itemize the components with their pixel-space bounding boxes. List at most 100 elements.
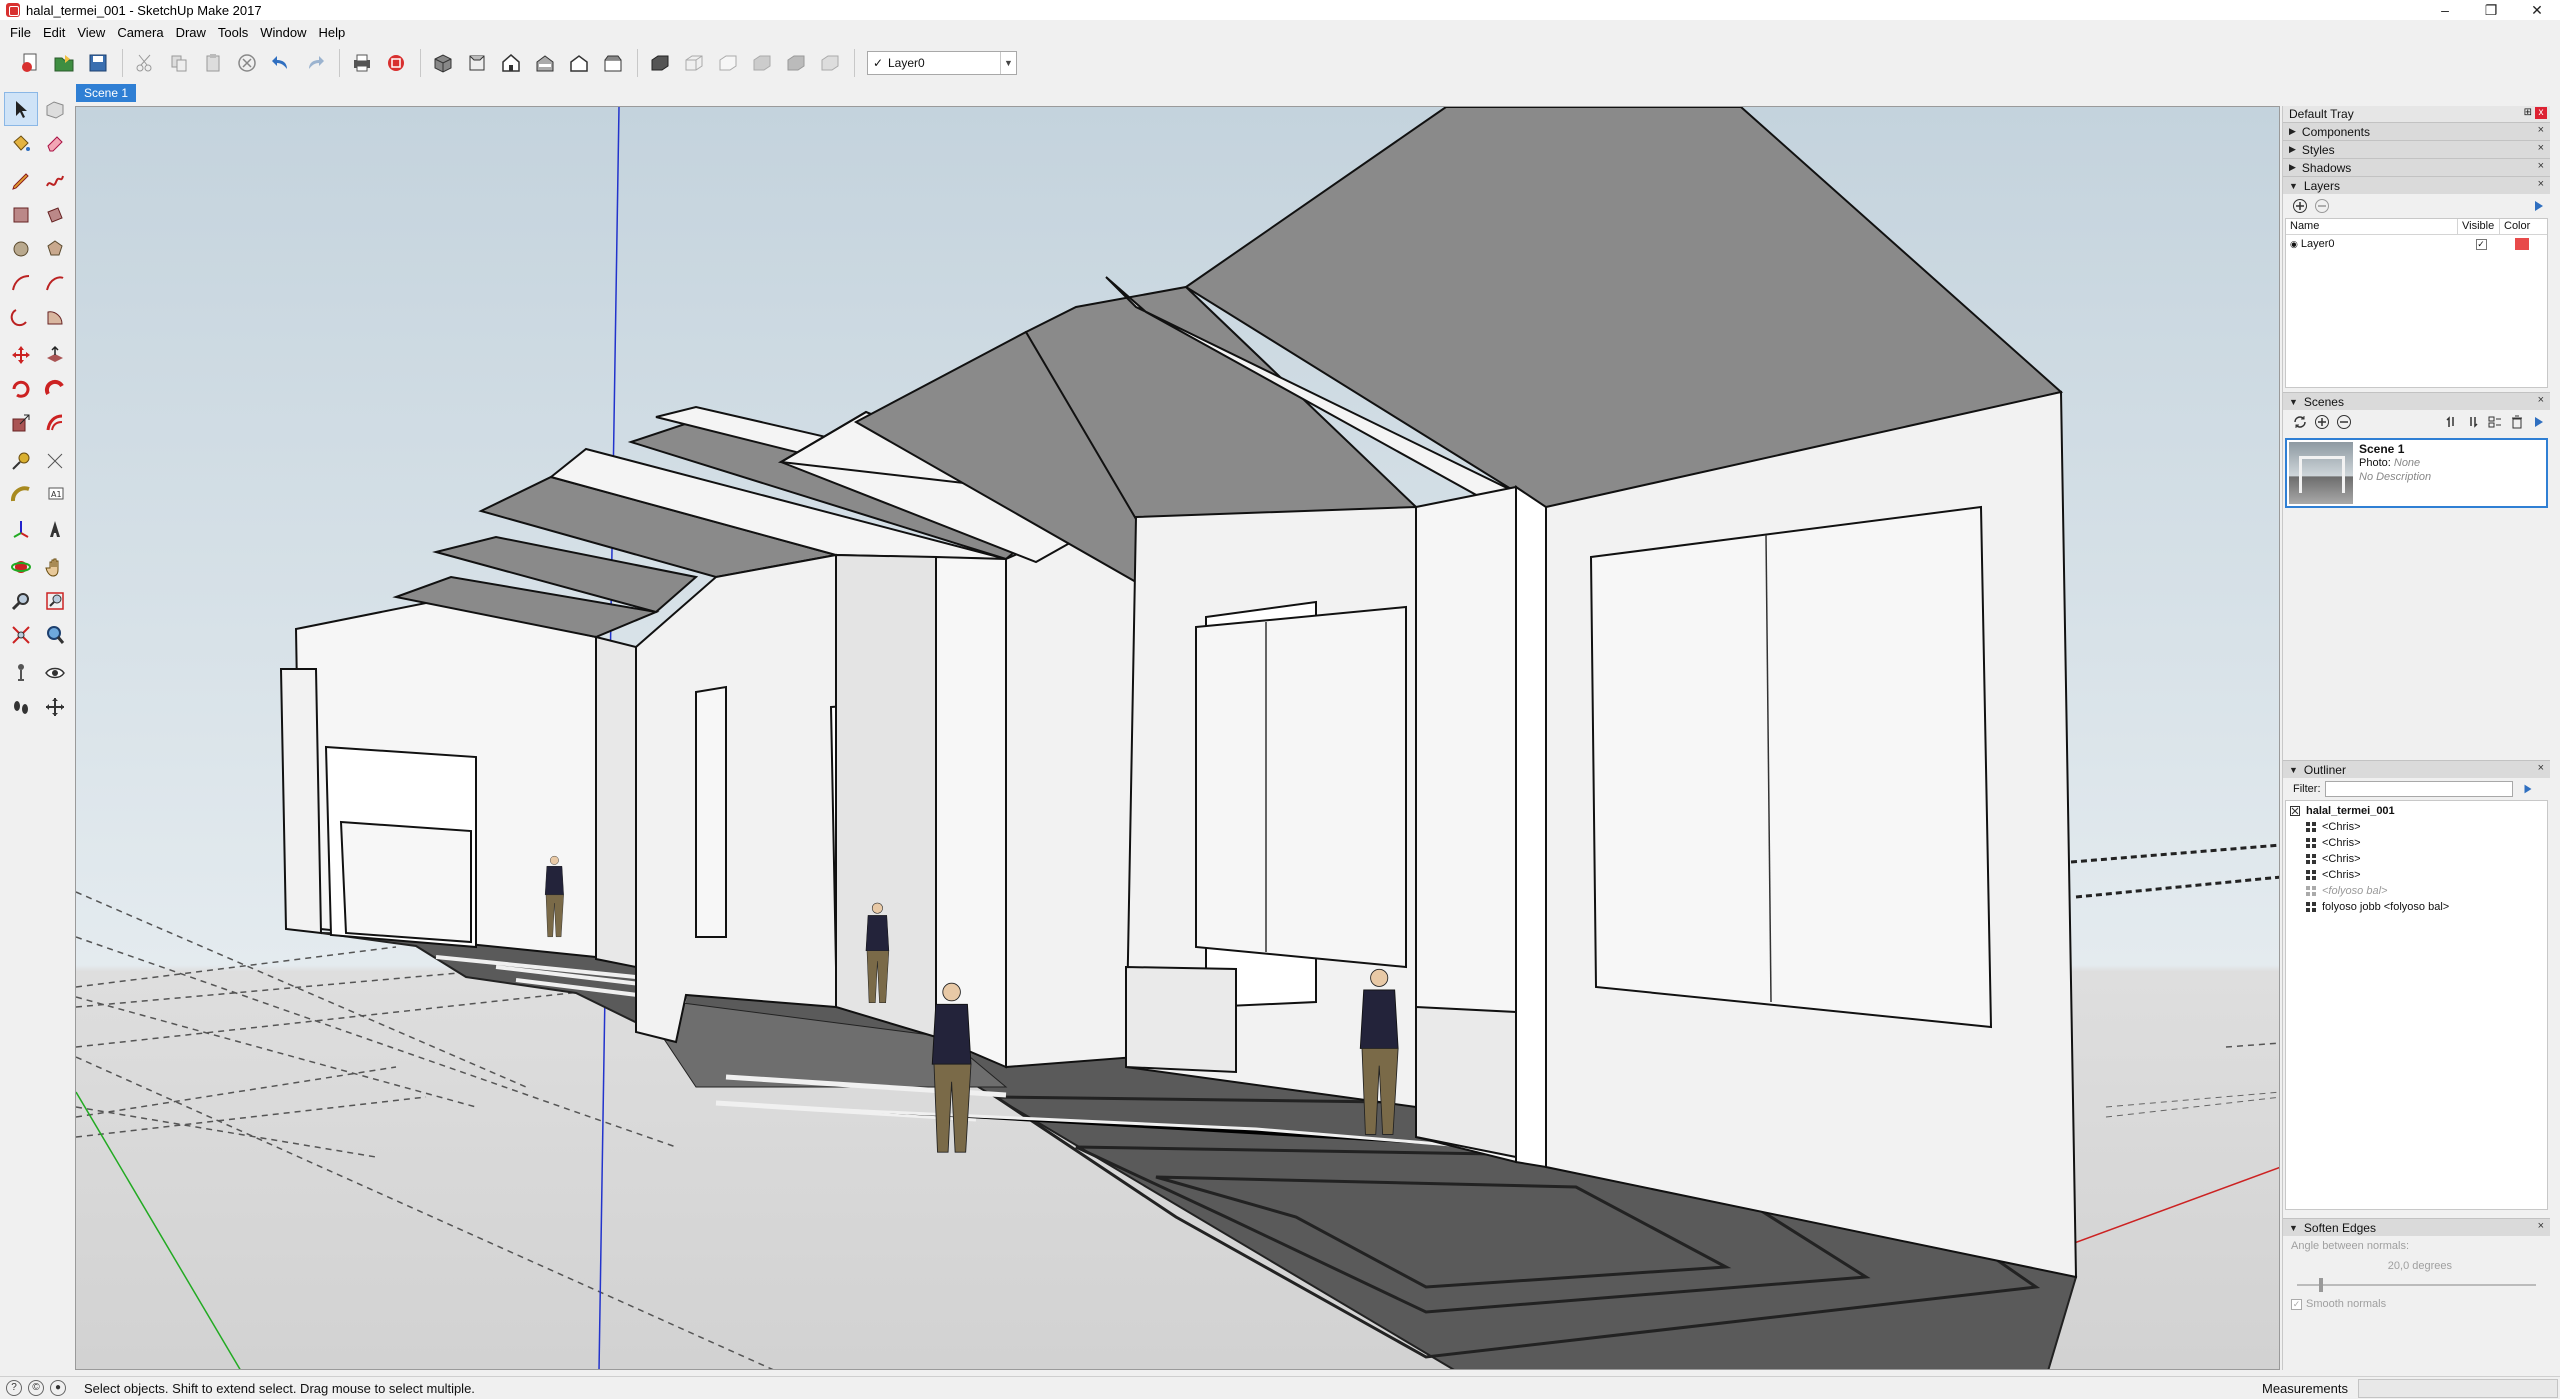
panel-soften-header[interactable]: ▼ Soften Edges × xyxy=(2283,1218,2550,1236)
scene-list-item[interactable]: Scene 1 Photo: None No Description xyxy=(2285,438,2548,508)
col-color[interactable]: Color xyxy=(2500,219,2540,234)
xray-button[interactable] xyxy=(644,47,676,79)
section-plane-button[interactable] xyxy=(38,690,72,724)
position-camera-button[interactable] xyxy=(4,656,38,690)
look-around-button[interactable] xyxy=(38,656,72,690)
push-pull-button[interactable] xyxy=(38,338,72,372)
3d-text-button[interactable] xyxy=(38,512,72,546)
print-button[interactable] xyxy=(346,47,378,79)
three-point-arc-button[interactable] xyxy=(4,300,38,334)
top-view-button[interactable] xyxy=(461,47,493,79)
wireframe-style-button[interactable] xyxy=(678,47,710,79)
eraser-button[interactable] xyxy=(38,126,72,160)
panel-outliner-header[interactable]: ▼ Outliner × xyxy=(2283,760,2550,778)
zoom-extents-button[interactable] xyxy=(4,618,38,652)
circle-tool-button[interactable] xyxy=(4,232,38,266)
paint-bucket-button[interactable] xyxy=(4,126,38,160)
shaded-style-button[interactable] xyxy=(746,47,778,79)
outliner-item[interactable]: <Chris> xyxy=(2286,819,2547,835)
chevron-down-icon[interactable]: ▼ xyxy=(1000,52,1016,74)
menu-file[interactable]: File xyxy=(4,25,37,40)
outliner-root[interactable]: halal_termei_001 xyxy=(2286,803,2547,819)
move-tool-button[interactable] xyxy=(4,338,38,372)
panel-layers-header[interactable]: ▼ Layers × xyxy=(2283,176,2550,194)
offset-tool-button[interactable] xyxy=(38,406,72,440)
add-layer-button[interactable] xyxy=(2289,195,2311,217)
model-viewport[interactable] xyxy=(75,106,2280,1370)
protractor-button[interactable] xyxy=(4,478,38,512)
save-button[interactable] xyxy=(82,47,114,79)
menu-draw[interactable]: Draw xyxy=(170,25,212,40)
monochrome-style-button[interactable] xyxy=(814,47,846,79)
polygon-tool-button[interactable] xyxy=(38,232,72,266)
select-tool-button[interactable] xyxy=(4,92,38,126)
close-panel-icon[interactable]: × xyxy=(2538,124,2544,136)
layer-visible-checkbox[interactable]: ✓ xyxy=(2475,238,2487,250)
close-icon[interactable]: x xyxy=(2535,107,2547,119)
text-tool-button[interactable]: A1 xyxy=(38,478,72,512)
measurements-input[interactable] xyxy=(2358,1379,2558,1398)
paste-button[interactable] xyxy=(197,47,229,79)
back-view-button[interactable] xyxy=(563,47,595,79)
slider-thumb[interactable] xyxy=(2319,1278,2323,1292)
cut-button[interactable] xyxy=(129,47,161,79)
move-scene-down-button[interactable] xyxy=(2462,411,2484,433)
zoom-tool-button[interactable] xyxy=(4,584,38,618)
update-scene-button[interactable] xyxy=(2289,411,2311,433)
move-scene-up-button[interactable] xyxy=(2440,411,2462,433)
arc-tool-button[interactable] xyxy=(4,266,38,300)
pan-tool-button[interactable] xyxy=(38,550,72,584)
menu-camera[interactable]: Camera xyxy=(111,25,169,40)
new-file-button[interactable] xyxy=(14,47,46,79)
menu-tools[interactable]: Tools xyxy=(212,25,254,40)
layer-color-swatch[interactable] xyxy=(2515,238,2529,250)
make-component-button[interactable] xyxy=(38,92,72,126)
col-visible[interactable]: Visible xyxy=(2458,219,2500,234)
panel-components-header[interactable]: ▶ Components × xyxy=(2283,122,2550,140)
rectangle-tool-button[interactable] xyxy=(4,198,38,232)
front-view-button[interactable] xyxy=(495,47,527,79)
erase-button[interactable] xyxy=(231,47,263,79)
close-panel-icon[interactable]: × xyxy=(2538,160,2544,172)
rotated-rectangle-button[interactable] xyxy=(38,198,72,232)
scene-details-button[interactable] xyxy=(2528,411,2550,433)
two-point-arc-button[interactable] xyxy=(38,266,72,300)
delete-scene-button[interactable] xyxy=(2506,411,2528,433)
outliner-item-hidden[interactable]: <folyoso bal> xyxy=(2286,883,2547,899)
layer-details-button[interactable] xyxy=(2528,195,2550,217)
maximize-button[interactable]: ❐ xyxy=(2468,0,2514,20)
outliner-item[interactable]: folyoso jobb <folyoso bal> xyxy=(2286,899,2547,915)
walk-tool-button[interactable] xyxy=(4,690,38,724)
iso-view-button[interactable] xyxy=(427,47,459,79)
menu-help[interactable]: Help xyxy=(313,25,352,40)
rotate-tool-button[interactable] xyxy=(4,372,38,406)
undo-button[interactable] xyxy=(265,47,297,79)
panel-shadows-header[interactable]: ▶ Shadows × xyxy=(2283,158,2550,176)
follow-me-button[interactable] xyxy=(38,372,72,406)
outliner-item[interactable]: <Chris> xyxy=(2286,867,2547,883)
scale-tool-button[interactable] xyxy=(4,406,38,440)
tab-scene-1[interactable]: Scene 1 xyxy=(76,84,137,102)
remove-scene-button[interactable] xyxy=(2333,411,2355,433)
textured-style-button[interactable] xyxy=(780,47,812,79)
zoom-window-button[interactable] xyxy=(38,584,72,618)
tape-measure-button[interactable] xyxy=(4,444,38,478)
geo-location-icon[interactable]: ? xyxy=(6,1380,22,1396)
outliner-item[interactable]: <Chris> xyxy=(2286,851,2547,867)
menu-edit[interactable]: Edit xyxy=(37,25,71,40)
pie-tool-button[interactable] xyxy=(38,300,72,334)
outliner-filter-input[interactable] xyxy=(2324,781,2513,797)
copy-button[interactable] xyxy=(163,47,195,79)
credits-icon[interactable]: © xyxy=(28,1380,44,1396)
orbit-tool-button[interactable] xyxy=(4,550,38,584)
smooth-normals-checkbox[interactable]: ✓ xyxy=(2291,1298,2302,1310)
dimension-tool-button[interactable] xyxy=(38,444,72,478)
delete-layer-button[interactable] xyxy=(2311,195,2333,217)
close-panel-icon[interactable]: × xyxy=(2538,762,2544,774)
line-tool-button[interactable] xyxy=(4,164,38,198)
layer-dropdown[interactable]: ✓ Layer0 ▼ xyxy=(867,51,1017,75)
axes-tool-button[interactable] xyxy=(4,512,38,546)
menu-window[interactable]: Window xyxy=(254,25,312,40)
col-name[interactable]: Name xyxy=(2286,219,2458,234)
angle-slider[interactable] xyxy=(2297,1278,2536,1292)
